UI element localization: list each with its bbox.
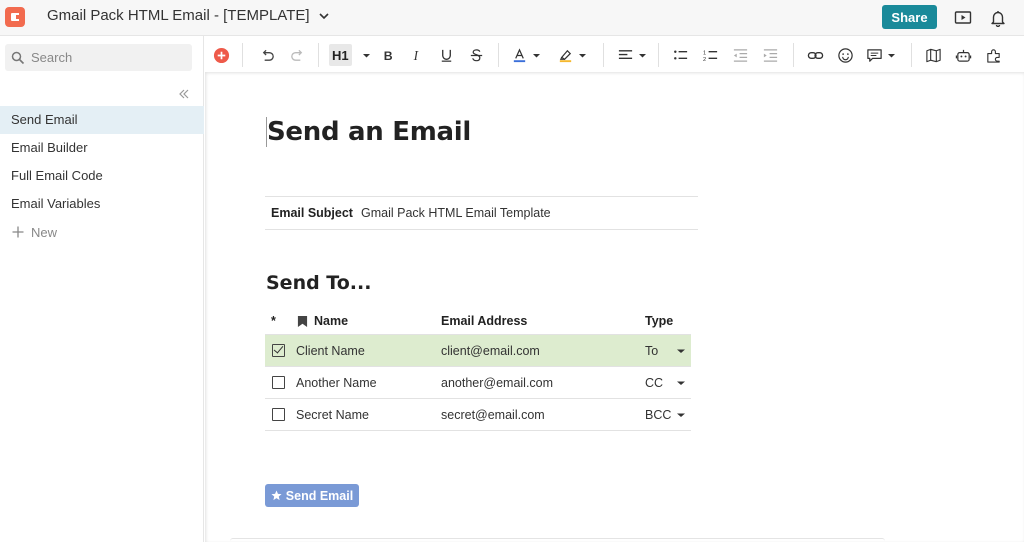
numbered-list-icon[interactable]: 12 xyxy=(702,44,719,66)
name-cell: Another Name xyxy=(265,376,441,390)
outdent-icon[interactable] xyxy=(732,44,749,66)
toolbar-divider xyxy=(318,43,319,67)
heading-dropdown[interactable]: H1 xyxy=(329,44,352,66)
present-icon[interactable] xyxy=(952,7,974,29)
send-email-label: Send Email xyxy=(285,488,354,503)
sidebar-item-full-email-code[interactable]: Full Email Code xyxy=(0,162,204,190)
comment-icon[interactable] xyxy=(866,44,896,66)
recipient-email[interactable]: secret@email.com xyxy=(441,408,645,422)
strikethrough-icon[interactable] xyxy=(468,44,485,66)
recipient-type-value: CC xyxy=(645,375,664,390)
name-cell: Secret Name xyxy=(265,408,441,422)
bookmark-icon xyxy=(297,315,308,327)
sidebar-item-email-builder[interactable]: Email Builder xyxy=(0,134,204,162)
recipient-type-select[interactable]: BCC xyxy=(645,408,691,422)
recipient-name[interactable]: Secret Name xyxy=(296,408,369,422)
collapse-sidebar-icon[interactable] xyxy=(177,87,191,101)
underline-icon[interactable] xyxy=(438,44,455,66)
search-box[interactable] xyxy=(5,44,192,71)
recipient-name[interactable]: Another Name xyxy=(296,376,377,390)
page-bottom-edge xyxy=(230,538,885,542)
coda-logo-icon[interactable] xyxy=(5,7,25,27)
share-button[interactable]: Share xyxy=(882,5,937,29)
column-header-name-label: Name xyxy=(314,314,349,328)
sidebar: Send Email Email Builder Full Email Code… xyxy=(0,36,204,542)
sidebar-item-send-email[interactable]: Send Email xyxy=(0,106,204,134)
table-row[interactable]: Another Name another@email.com CC xyxy=(265,367,691,399)
undo-icon[interactable] xyxy=(259,44,276,66)
align-icon[interactable] xyxy=(617,44,647,66)
svg-text:2: 2 xyxy=(703,57,706,63)
new-page-label: New xyxy=(31,224,58,240)
search-icon xyxy=(11,51,25,64)
toolbar-divider xyxy=(658,43,659,67)
page-title[interactable]: Send an Email xyxy=(266,117,471,147)
caret-down-icon xyxy=(677,381,685,385)
svg-text:I: I xyxy=(413,48,419,63)
bell-icon[interactable] xyxy=(987,7,1009,29)
table-row[interactable]: Client Name client@email.com To xyxy=(265,335,691,367)
row-checkbox[interactable] xyxy=(272,344,285,357)
recipient-name[interactable]: Client Name xyxy=(296,344,365,358)
redo-icon[interactable] xyxy=(289,44,306,66)
svg-text:1: 1 xyxy=(703,50,706,56)
chevron-down-icon xyxy=(318,12,329,19)
caret-down-icon xyxy=(677,413,685,417)
emoji-icon[interactable] xyxy=(837,44,854,66)
toolbar-divider xyxy=(498,43,499,67)
send-email-button[interactable]: Send Email xyxy=(265,484,359,507)
text-color-icon[interactable] xyxy=(511,44,541,66)
bot-icon[interactable] xyxy=(955,44,972,66)
heading-icon: H1 xyxy=(332,47,349,63)
recipient-type-select[interactable]: To xyxy=(645,344,691,358)
explore-icon[interactable] xyxy=(925,44,942,66)
new-page-button[interactable]: New xyxy=(0,218,204,246)
recipient-email[interactable]: another@email.com xyxy=(441,376,645,390)
table-row[interactable]: Secret Name secret@email.com BCC xyxy=(265,399,691,431)
column-header-type[interactable]: Type xyxy=(645,314,691,328)
toolbar-divider xyxy=(242,43,243,67)
column-header-name[interactable]: Name xyxy=(289,314,441,328)
recipient-type-value: To xyxy=(645,343,659,358)
row-checkbox[interactable] xyxy=(272,376,285,389)
name-cell: Client Name xyxy=(265,344,441,358)
row-checkbox[interactable] xyxy=(272,408,285,421)
formatting-toolbar: H1 B I 12 xyxy=(205,38,1024,72)
toolbar-divider xyxy=(603,43,604,67)
recipient-type-value: BCC xyxy=(645,407,672,422)
toolbar-divider xyxy=(793,43,794,67)
doc-title: Gmail Pack HTML Email - [TEMPLATE] xyxy=(47,7,310,24)
email-subject-label: Email Subject xyxy=(271,206,353,220)
italic-icon[interactable]: I xyxy=(408,44,425,66)
column-header-email[interactable]: Email Address xyxy=(441,314,645,328)
sidebar-item-email-variables[interactable]: Email Variables xyxy=(0,190,204,218)
heading-caret-icon[interactable] xyxy=(358,44,371,66)
doc-title-menu[interactable]: Gmail Pack HTML Email - [TEMPLATE] xyxy=(47,7,330,24)
email-subject-row: Email Subject Gmail Pack HTML Email Temp… xyxy=(265,196,698,230)
recipient-type-select[interactable]: CC xyxy=(645,376,691,390)
search-input[interactable] xyxy=(31,50,181,65)
send-to-heading: Send To... xyxy=(266,272,372,294)
recipient-email[interactable]: client@email.com xyxy=(441,344,645,358)
caret-down-icon xyxy=(677,349,685,353)
link-icon[interactable] xyxy=(807,44,824,66)
highlight-icon[interactable] xyxy=(557,44,587,66)
top-bar: Gmail Pack HTML Email - [TEMPLATE] Share xyxy=(0,0,1024,36)
table-header: * Name Email Address Type xyxy=(265,308,691,335)
recipients-table: * Name Email Address Type Client Name cl… xyxy=(265,308,691,431)
svg-text:B: B xyxy=(384,49,393,63)
page-list: Send Email Email Builder Full Email Code… xyxy=(0,106,204,246)
email-subject-value[interactable]: Gmail Pack HTML Email Template xyxy=(361,206,551,220)
bold-icon[interactable]: B xyxy=(379,44,396,66)
plus-icon xyxy=(12,226,24,238)
indent-icon[interactable] xyxy=(762,44,779,66)
column-header-star: * xyxy=(271,314,276,328)
bulleted-list-icon[interactable] xyxy=(672,44,689,66)
packs-icon[interactable] xyxy=(985,44,1002,66)
toolbar-divider xyxy=(911,43,912,67)
star-icon xyxy=(271,490,282,501)
insert-icon[interactable] xyxy=(213,44,230,66)
